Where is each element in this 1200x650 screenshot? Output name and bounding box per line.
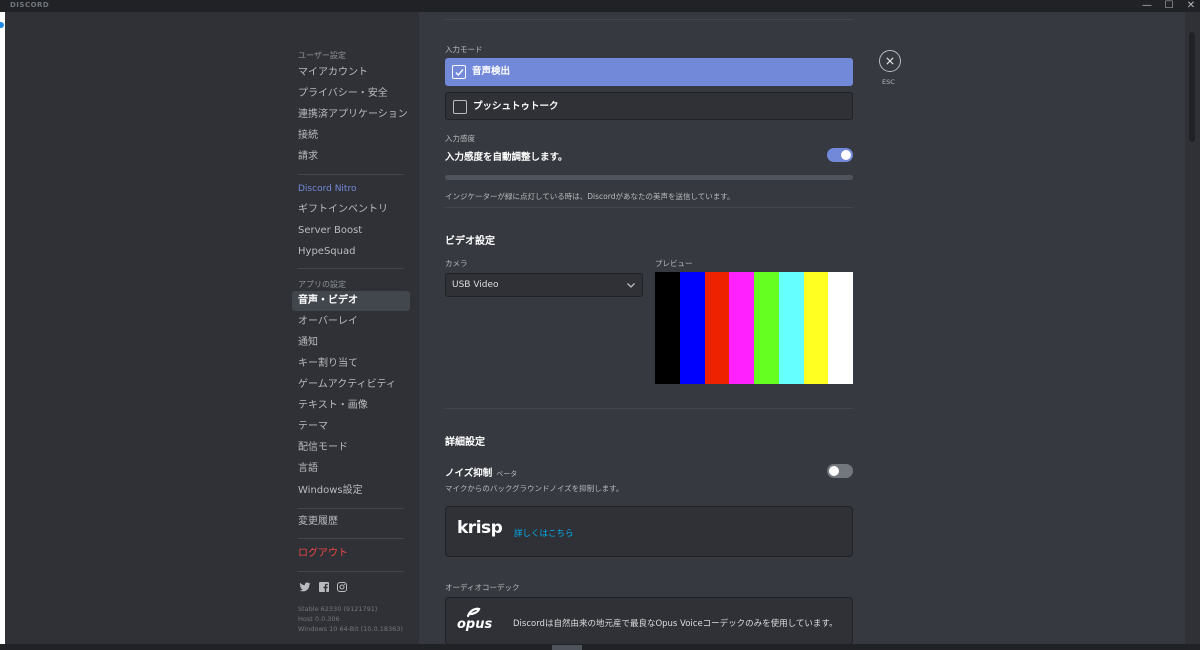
input-sensitivity-label: 入力感度 — [445, 134, 475, 143]
color-bar — [704, 272, 730, 384]
color-bar — [828, 272, 853, 384]
video-preview — [655, 272, 853, 384]
app-settings-header: アプリの設定 — [298, 280, 346, 289]
sidebar-item-language[interactable]: 言語 — [292, 459, 410, 479]
auto-sensitivity-text: 入力感度を自動調整します。 — [445, 152, 568, 163]
auto-sensitivity-toggle[interactable] — [827, 148, 853, 162]
noise-suppression-desc: マイクからのバックグラウンドノイズを抑制します。 — [445, 484, 624, 493]
color-bar — [729, 272, 754, 384]
app-brand: DISCORD — [10, 1, 50, 9]
color-bar — [679, 272, 705, 384]
video-settings-heading: ビデオ設定 — [445, 236, 495, 247]
close-icon — [885, 56, 894, 65]
logout-button[interactable]: ログアウト — [292, 544, 410, 564]
input-mode-voice-activity[interactable]: 音声検出 — [445, 58, 853, 86]
sidebar-item-theme[interactable]: テーマ — [292, 417, 410, 437]
checkbox[interactable] — [453, 100, 467, 114]
color-bar — [778, 272, 804, 384]
krisp-logo: krisp — [457, 518, 503, 538]
color-bar — [803, 272, 829, 384]
facebook-icon[interactable] — [318, 581, 330, 593]
input-mode-label: 入力モード — [445, 45, 483, 54]
check-icon — [454, 68, 464, 76]
indicator-note: インジケーターが緑に点灯している時は、Discordがあなたの美声を送信していま… — [445, 192, 735, 201]
twitter-icon[interactable] — [299, 581, 311, 593]
sidebar-item-billing[interactable]: 請求 — [292, 147, 410, 167]
sidebar-item-privacy[interactable]: プライバシー・安全 — [292, 84, 410, 104]
krisp-learn-more-link[interactable]: 詳しくはこちら — [514, 527, 574, 539]
minimize-button[interactable]: — — [1136, 0, 1158, 12]
noise-suppression-title: ノイズ抑制 ベータ — [445, 465, 517, 479]
sidebar-item-voice-video[interactable]: 音声・ビデオ — [292, 291, 410, 311]
edge-indicator — [0, 22, 4, 28]
version-stable: Stable 62330 (9121791) — [298, 605, 378, 613]
sidebar-divider — [298, 268, 404, 269]
version-os: Windows 10 64-Bit (10.0.18363) — [298, 625, 403, 633]
sidebar-item-connections[interactable]: 接続 — [292, 126, 410, 146]
section-divider — [445, 207, 853, 208]
scrollbar[interactable] — [1185, 12, 1200, 650]
close-settings-button[interactable] — [879, 50, 901, 72]
noise-suppression-label: ノイズ抑制 — [445, 468, 493, 479]
sidebar-item-streamer-mode[interactable]: 配信モード — [292, 438, 410, 458]
opus-desc: Discordは自然由来の地元産で最良なOpus Voiceコーデックのみを使用… — [513, 619, 838, 629]
color-bar — [655, 272, 680, 384]
version-host: Host 0.0.306 — [298, 615, 340, 623]
sidebar-item-text-images[interactable]: テキスト・画像 — [292, 396, 410, 416]
beta-badge: ベータ — [496, 470, 518, 478]
color-bar — [754, 272, 779, 384]
input-mode-push-to-talk[interactable]: プッシュトゥトーク — [445, 92, 853, 120]
sidebar-item-server-boost[interactable]: Server Boost — [292, 221, 410, 241]
sidebar-item-my-account[interactable]: マイアカウント — [292, 63, 410, 83]
close-window-button[interactable]: ✕ — [1180, 0, 1200, 12]
audio-codec-label: オーディオコーデック — [445, 583, 520, 592]
maximize-button[interactable]: ☐ — [1158, 0, 1180, 12]
sidebar-divider — [298, 571, 404, 572]
checkbox[interactable] — [452, 65, 466, 79]
sidebar-divider — [298, 538, 404, 539]
sidebar-item-notifications[interactable]: 通知 — [292, 333, 410, 353]
noise-suppression-toggle[interactable] — [827, 464, 853, 478]
toggle-knob — [829, 466, 839, 476]
sidebar-item-changelog[interactable]: 変更履歴 — [292, 512, 410, 532]
sidebar-item-windows-settings[interactable]: Windows設定 — [292, 481, 410, 501]
sidebar-divider — [298, 508, 404, 509]
advanced-settings-heading: 詳細設定 — [445, 437, 485, 448]
sidebar-item-nitro[interactable]: Discord Nitro — [292, 179, 410, 199]
toggle-knob — [841, 150, 851, 160]
sidebar-item-hypesquad[interactable]: HypeSquad — [292, 242, 410, 262]
opus-card: opus Discordは自然由来の地元産で最良なOpus Voiceコーデック… — [445, 597, 853, 645]
sidebar-item-game-activity[interactable]: ゲームアクティビティ — [292, 375, 410, 395]
voice-activity-label: 音声検出 — [472, 66, 511, 77]
sensitivity-meter — [445, 175, 853, 180]
chevron-down-icon — [627, 283, 635, 288]
sidebar-item-authorized-apps[interactable]: 連携済アプリケーション — [292, 105, 410, 125]
preview-label: プレビュー — [655, 259, 693, 268]
esc-label: ESC — [882, 78, 895, 86]
opus-logo: opus — [457, 617, 493, 632]
sidebar-divider — [298, 174, 404, 175]
sidebar-item-gift-inventory[interactable]: ギフトインベントリ — [292, 200, 410, 220]
scrollbar-thumb[interactable] — [1189, 32, 1195, 142]
sidebar-item-keybinds[interactable]: キー割り当て — [292, 354, 410, 374]
title-bar: DISCORD — ☐ ✕ — [0, 0, 1200, 12]
camera-value: USB Video — [452, 280, 499, 290]
section-divider — [445, 408, 853, 409]
krisp-card: krisp 詳しくはこちら — [445, 506, 853, 557]
push-to-talk-label: プッシュトゥトーク — [473, 101, 559, 112]
instagram-icon[interactable] — [336, 581, 348, 593]
camera-label: カメラ — [445, 259, 468, 268]
sidebar-item-overlay[interactable]: オーバーレイ — [292, 312, 410, 332]
section-divider — [445, 19, 853, 20]
user-settings-header: ユーザー設定 — [298, 51, 346, 60]
camera-select[interactable]: USB Video — [445, 273, 643, 297]
